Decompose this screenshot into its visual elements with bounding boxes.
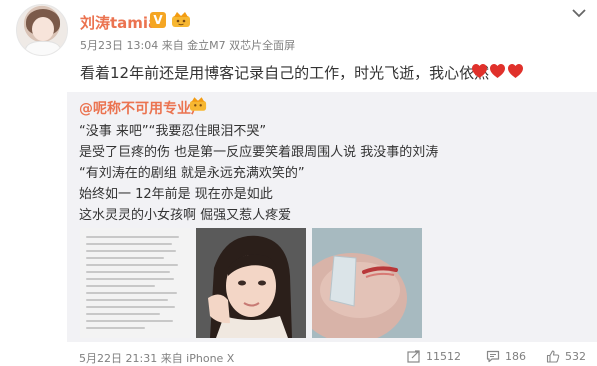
thumbs-up-icon xyxy=(546,349,560,363)
avatar-face xyxy=(32,17,54,41)
post-text: 看着12年前还是用博客记录自己的工作，时光飞逝，我心依然 xyxy=(80,64,490,82)
repost-line: “有刘涛在的剧组 就是永远充满欢笑的” xyxy=(79,166,305,181)
injury-photo xyxy=(312,228,422,338)
avatar[interactable] xyxy=(16,4,68,56)
comment-icon xyxy=(486,350,500,362)
crown-badge-icon xyxy=(189,97,207,111)
repost-line: 始终如一 12年前是 现在亦是如此 xyxy=(79,187,273,202)
image-thumbnail-portrait[interactable] xyxy=(196,228,306,338)
avatar-body xyxy=(25,41,61,55)
repost-line: 是受了巨疼的伤 也是第一反应要笑着跟周围人说 我没事的刘涛 xyxy=(79,145,439,160)
hearts-emoji xyxy=(471,63,524,79)
image-thumbnail-injury[interactable] xyxy=(312,228,422,338)
repost-username[interactable]: @呢称不可用专业户 xyxy=(79,98,205,118)
portrait-photo xyxy=(196,228,306,338)
image-thumbnail-document[interactable] xyxy=(80,228,190,338)
comment-count: 186 xyxy=(505,349,526,363)
post-meta: 5月23日 13:04 来自 金立M7 双芯片全面屏 xyxy=(80,39,296,52)
post-username[interactable]: 刘涛tamia xyxy=(80,12,158,33)
document-text-lines xyxy=(86,236,184,334)
repost-line: 这水灵灵的小女孩啊 倔强又惹人疼爱 xyxy=(79,208,292,223)
repost-meta: 5月22日 21:31 来自 iPhone X xyxy=(79,352,235,365)
like-count: 532 xyxy=(565,349,586,363)
repost-line: “没事 来吧”“我要忍住眼泪不哭” xyxy=(79,124,267,139)
heart-icon xyxy=(472,64,487,78)
heart-icon xyxy=(490,64,505,78)
forward-button[interactable]: 11512 xyxy=(407,349,461,363)
weibo-post: 刘涛tamia V 5月23日 13:04 来自 金立M7 双芯片全面屏 看着1… xyxy=(0,0,597,366)
heart-icon xyxy=(508,64,523,78)
forward-count: 11512 xyxy=(426,349,461,363)
share-icon xyxy=(407,349,420,363)
crown-badge-icon xyxy=(172,12,190,27)
verified-badge-icon: V xyxy=(150,12,166,28)
chevron-down-icon[interactable] xyxy=(572,8,586,18)
comment-button[interactable]: 186 xyxy=(486,349,526,363)
like-button[interactable]: 532 xyxy=(546,349,586,363)
